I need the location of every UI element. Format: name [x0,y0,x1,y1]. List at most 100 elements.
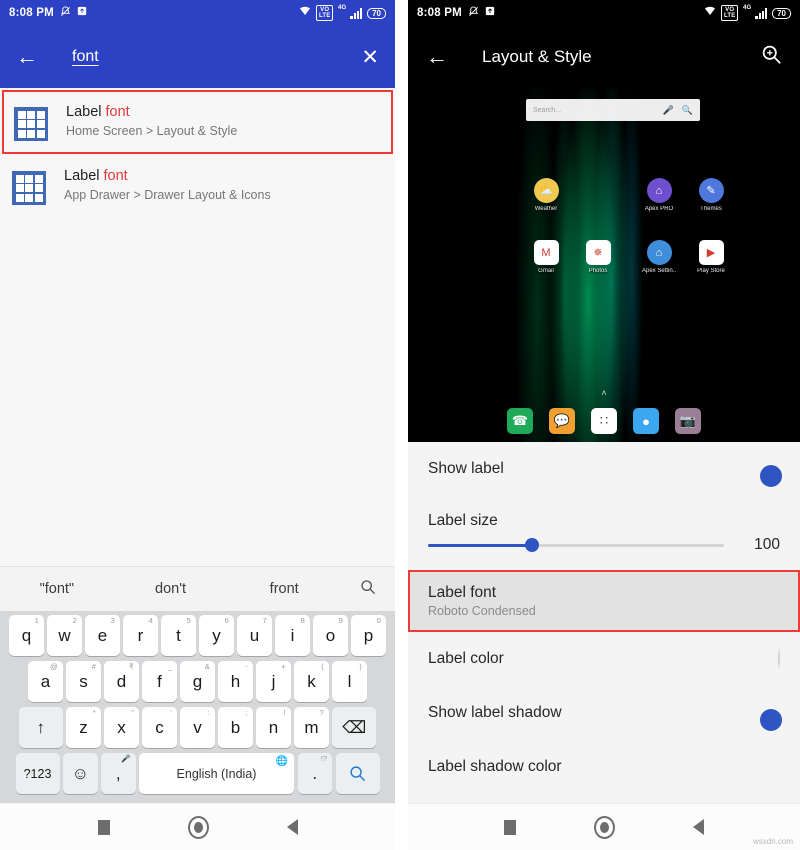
key-label: x [117,717,126,737]
square-recents-icon[interactable] [504,819,516,835]
home-dock: ☎ 💬 ∷ ● 📷 [408,408,800,434]
setting-label-size-title: Label size [428,512,498,529]
square-recents-icon[interactable] [97,819,110,835]
key-s[interactable]: # s [66,661,101,702]
setting-label-font[interactable]: Label font Roboto Condensed [408,570,800,632]
bell-muted-icon [60,6,71,21]
key-w[interactable]: 2w [47,615,82,656]
themes-icon[interactable]: ✎ Themes [685,178,737,212]
setting-label: Label font [428,584,497,601]
key-alt-7: 7 [262,616,267,625]
key-i[interactable]: 8i [275,615,310,656]
key-label: f [157,671,162,691]
setting-label-size[interactable]: 100 [408,534,800,570]
app-label: Photos [588,268,608,274]
setting-show-label-shadow[interactable]: Show label shadow [408,686,800,740]
key-l[interactable]: ) l [332,661,367,702]
key-e[interactable]: 3e [85,615,120,656]
key-b[interactable]: ; b [218,707,253,748]
key-v[interactable]: :v [180,707,215,748]
zoom-in-icon[interactable] [761,44,782,71]
search-widget[interactable]: Search... 🎤 🔍 [526,99,700,121]
key-z[interactable]: * z [66,707,101,748]
suggestion-1[interactable]: "font" [0,581,114,597]
search-icon[interactable]: 🔍 [682,105,693,116]
mic-icon[interactable]: 🎤 [663,105,674,116]
key-y[interactable]: 6y [199,615,234,656]
comma-key[interactable]: 🎤 , [101,753,136,794]
circle-home-icon[interactable] [594,815,615,839]
period-key[interactable]: !? . [297,753,332,794]
emoji-key[interactable]: ☺ [63,753,98,794]
key-a[interactable]: @ a [28,661,63,702]
key-h[interactable]: -h [218,661,253,702]
back-icon[interactable]: ← [426,44,452,70]
close-icon[interactable]: ✕ [361,45,379,70]
triangle-back-icon[interactable] [286,819,298,835]
apex-pro-icon[interactable]: ⌂ Apex PRO [633,178,685,212]
key-k[interactable]: (k [294,661,329,702]
volte-icon: VO LTE [316,5,333,21]
app-glyph: M [533,240,559,265]
panel-divider [395,0,408,850]
apex-settings-icon[interactable]: ⌂ Apex Settin.. [633,240,685,274]
search-input[interactable]: font [72,48,99,66]
key-p[interactable]: 0p [351,615,386,656]
browser-icon[interactable]: ● [633,408,659,434]
app-bar: ← Layout & Style [408,26,800,88]
suggestion-2[interactable]: don't [114,581,228,597]
upload-box-icon [77,6,87,20]
key-m[interactable]: ? m [294,707,329,748]
key-label: h [230,671,241,691]
app-glyph: ▶ [698,240,724,265]
key-c[interactable]: ' c [142,707,177,748]
key-o[interactable]: 9o [313,615,348,656]
key-alt-(: ( [321,662,324,671]
suggestion-3[interactable]: front [227,581,341,597]
photos-icon[interactable]: ✵ Photos [572,240,624,274]
label-color-swatch[interactable] [778,649,780,668]
home-screen-preview: Search... 🎤 🔍 ⛅ Weather ⌂ Apex PRO ✎ Themes M… [408,88,800,442]
search-result-item-1[interactable]: Label font Home Screen > Layout & Style [2,90,393,154]
key-q[interactable]: 1q [9,615,44,656]
keyboard-search-key[interactable] [335,753,380,794]
setting-label-shadow-color[interactable]: Label shadow color [408,740,800,794]
weather-icon[interactable]: ⛅ Weather [520,178,572,212]
left-phone-screen: 8:08 PM VO LTE 4G 70 ← font ✕ Label font… [0,0,395,850]
key-alt-9: 9 [338,616,343,625]
key-x[interactable]: " x [104,707,139,748]
key-d[interactable]: ₹ d [104,661,139,702]
shift-key[interactable]: ↑ [18,707,63,748]
app-label: Themes [700,206,722,212]
right-nav-bar [408,803,800,850]
setting-label-color[interactable]: Label color [408,632,800,686]
search-icon[interactable] [341,579,395,600]
search-result-item-2[interactable]: Label font App Drawer > Drawer Layout & … [0,154,395,218]
key-j[interactable]: + j [256,661,291,702]
grid-icon [12,171,46,205]
back-icon[interactable]: ← [16,44,46,70]
label-size-slider[interactable] [428,538,724,552]
key-n[interactable]: ! n [256,707,291,748]
signal-bars-icon [350,7,363,19]
setting-show-label[interactable]: Show label [408,442,800,496]
key-f[interactable]: _ f [142,661,177,702]
space-key[interactable]: 🌐 English (India) [139,753,294,794]
key-alt-4: 4 [148,616,153,625]
key-u[interactable]: 7u [237,615,272,656]
app-drawer-icon[interactable]: ∷ [591,408,617,434]
symbols-key[interactable]: ?123 [15,753,60,794]
key-t[interactable]: 5t [161,615,196,656]
app-glyph: ⌂ [646,240,672,265]
key-g[interactable]: & g [180,661,215,702]
key-alt-_: _ [167,662,172,671]
camera-icon[interactable]: 📷 [675,408,701,434]
play-store-icon[interactable]: ▶ Play Store [685,240,737,274]
phone-icon[interactable]: ☎ [507,408,533,434]
key-r[interactable]: 4r [123,615,158,656]
messages-icon[interactable]: 💬 [549,408,575,434]
backspace-key[interactable]: ⌫ [332,707,377,748]
gmail-icon[interactable]: M Gmail [520,240,572,274]
circle-home-icon[interactable] [187,815,209,839]
triangle-back-icon[interactable] [693,819,704,835]
